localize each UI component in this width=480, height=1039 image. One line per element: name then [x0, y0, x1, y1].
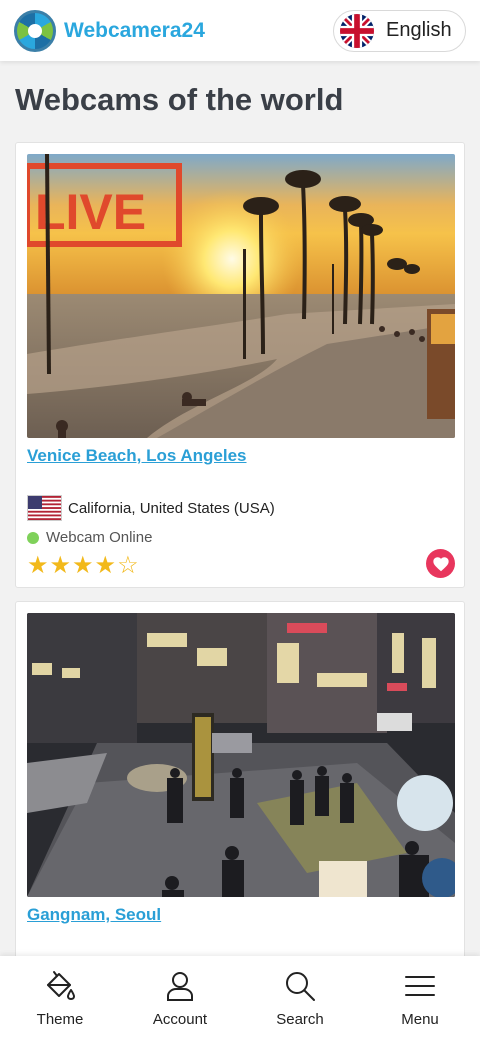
brand-logo-link[interactable]: Webcamera24 [14, 9, 205, 52]
uk-flag-icon [340, 13, 374, 48]
webcam-title-link[interactable]: Gangnam, Seoul [27, 905, 161, 925]
page-title: Webcams of the world [15, 82, 344, 117]
nav-search-label: Search [276, 1011, 324, 1028]
brand-name: Webcamera24 [64, 18, 205, 42]
nav-menu-label: Menu [401, 1011, 439, 1028]
bottom-navigation: Theme Account Search Menu [0, 956, 480, 1039]
us-flag-icon [27, 495, 62, 521]
star-filled-icon[interactable]: ★ [95, 553, 117, 579]
nav-search[interactable]: Search [240, 956, 360, 1039]
user-icon [164, 970, 196, 1007]
webcam-title-link[interactable]: Venice Beach, Los Angeles [27, 446, 247, 466]
hamburger-menu-icon [404, 970, 436, 1007]
webcam-card: LIVE Venice Beach, Los Angeles Californi… [15, 142, 465, 588]
nav-account[interactable]: Account [120, 956, 240, 1039]
svg-text:LIVE: LIVE [35, 184, 146, 240]
heart-icon[interactable] [426, 549, 455, 578]
star-filled-icon[interactable]: ★ [27, 553, 49, 579]
nav-account-label: Account [152, 1011, 208, 1028]
star-empty-icon[interactable]: ☆ [117, 553, 139, 579]
nav-theme[interactable]: Theme [0, 956, 120, 1039]
online-status-icon [27, 531, 39, 544]
nav-menu[interactable]: Menu [360, 956, 480, 1039]
webcam-thumbnail[interactable]: LIVE [27, 154, 455, 438]
nav-theme-label: Theme [36, 1011, 84, 1028]
status-row: Webcam Online [27, 529, 152, 546]
location-row: California, United States (USA) [27, 495, 275, 521]
search-icon [284, 970, 316, 1007]
star-filled-icon[interactable]: ★ [50, 553, 72, 579]
rating-stars[interactable]: ★ ★ ★ ★ ☆ [27, 553, 140, 579]
language-selector[interactable]: English [333, 9, 466, 52]
language-label: English [386, 19, 452, 41]
camera-aperture-icon [14, 9, 56, 52]
status-text: Webcam Online [46, 529, 153, 546]
paint-bucket-icon [44, 970, 76, 1007]
webcam-thumbnail[interactable] [27, 613, 455, 897]
top-header: Webcamera24 English [0, 0, 480, 61]
webcam-card: Gangnam, Seoul [15, 601, 465, 961]
location-text: California, United States (USA) [68, 499, 275, 517]
star-filled-icon[interactable]: ★ [72, 553, 94, 579]
